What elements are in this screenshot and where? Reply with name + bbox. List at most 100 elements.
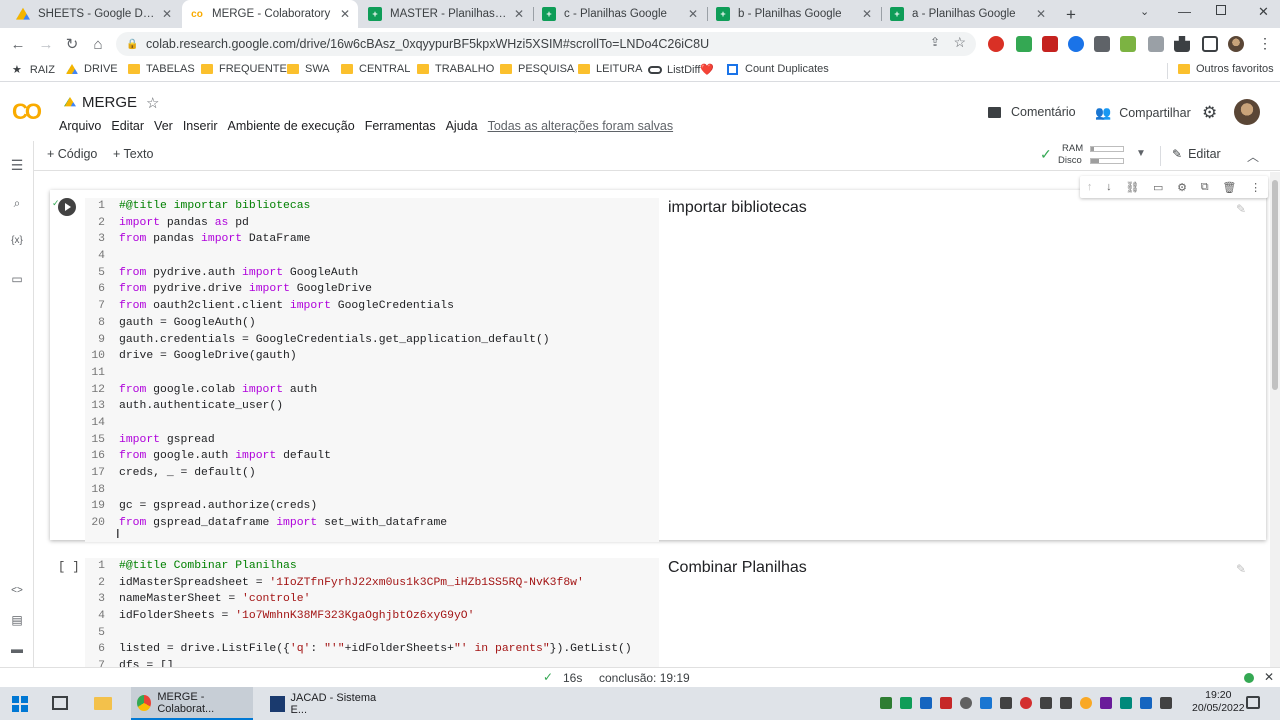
- bookmark-item[interactable]: TABELAS: [128, 63, 195, 75]
- close-tab-icon[interactable]: ✕: [688, 7, 698, 21]
- code-line[interactable]: 3 nameMasterSheet = 'controle': [85, 591, 659, 608]
- code-line[interactable]: 18: [85, 482, 659, 499]
- side-panel-icon[interactable]: [1202, 36, 1218, 52]
- tray-icon[interactable]: [1140, 697, 1152, 709]
- code-line[interactable]: 5: [85, 625, 659, 642]
- menu-item[interactable]: Arquivo: [59, 119, 101, 133]
- menu-item[interactable]: Ambiente de execução: [228, 119, 355, 133]
- code-line[interactable]: 6 from pydrive.drive import GoogleDrive: [85, 281, 659, 298]
- code-cell[interactable]: ✓ 1 #@title importar bibliotecas 2 import p…: [50, 190, 1266, 542]
- taskbar-app[interactable]: MERGE - Colaborat...: [131, 687, 253, 720]
- address-bar[interactable]: 🔒 colab.research.google.com/drive/16w6cB…: [116, 32, 976, 56]
- extension-icon[interactable]: [1094, 36, 1110, 52]
- clock[interactable]: 19:20 20/05/2022: [1192, 689, 1245, 715]
- code-line[interactable]: 8 gauth = GoogleAuth(): [85, 315, 659, 332]
- tray-icon[interactable]: [1160, 697, 1172, 709]
- user-avatar[interactable]: [1234, 99, 1260, 125]
- browser-tab[interactable]: + a - Planilhas Google ✕: [882, 0, 1054, 28]
- close-status-icon[interactable]: ✕: [1264, 670, 1274, 684]
- comment-button[interactable]: Comentário: [988, 105, 1076, 119]
- forward-icon[interactable]: →: [36, 34, 56, 54]
- save-status[interactable]: Todas as alterações foram salvas: [488, 119, 674, 133]
- notebook-title[interactable]: MERGE: [64, 94, 137, 111]
- bookmark-item[interactable]: CENTRAL: [341, 63, 410, 75]
- menu-item[interactable]: Editar: [111, 119, 144, 133]
- table-of-contents-icon[interactable]: ☰: [9, 157, 25, 173]
- code-line[interactable]: 19 gc = gspread.authorize(creds): [85, 498, 659, 515]
- tray-icon[interactable]: [900, 697, 912, 709]
- code-line[interactable]: 2 idMasterSpreadsheet = '1IoZTfnFyrhJ22xm…: [85, 575, 659, 592]
- tray-icon[interactable]: [920, 697, 932, 709]
- code-line[interactable]: 17 creds, _ = default(): [85, 465, 659, 482]
- files-folder-icon[interactable]: ▭: [9, 271, 25, 287]
- move-down-icon[interactable]: ↓: [1106, 181, 1112, 193]
- edit-form-pencil-icon[interactable]: ✎: [1236, 202, 1250, 216]
- runtime-dropdown-icon[interactable]: ▼: [1136, 148, 1146, 159]
- maximize-icon[interactable]: [1216, 5, 1226, 15]
- browser-menu-icon[interactable]: ⋮: [1258, 35, 1272, 52]
- ram-disk-indicator[interactable]: RAM Disco: [1058, 143, 1083, 167]
- code-line[interactable]: 4 idFolderSheets = '1o7WmhnK38MF323KgaOgh…: [85, 608, 659, 625]
- minimize-icon[interactable]: —: [1178, 4, 1191, 19]
- menu-item[interactable]: Ver: [154, 119, 173, 133]
- more-options-icon[interactable]: ⋮: [1250, 181, 1261, 194]
- tray-icon[interactable]: [960, 697, 972, 709]
- home-icon[interactable]: ⌂: [88, 34, 108, 54]
- cell-settings-icon[interactable]: ⚙: [1177, 181, 1187, 194]
- wifi-icon[interactable]: [1040, 697, 1052, 709]
- scrollbar-thumb[interactable]: [1272, 180, 1278, 390]
- menu-item[interactable]: Ajuda: [446, 119, 478, 133]
- code-line[interactable]: 7 dfs = []: [85, 658, 659, 667]
- file-explorer-icon[interactable]: [94, 697, 112, 710]
- colab-logo[interactable]: CO: [12, 99, 42, 125]
- code-line[interactable]: 16 from google.auth import default: [85, 448, 659, 465]
- add-code-button[interactable]: + Código: [47, 147, 97, 161]
- bookmark-item[interactable]: TRABALHO: [417, 63, 494, 75]
- code-editor[interactable]: 1 #@title Combinar Planilhas 2 idMasterSpre…: [85, 558, 659, 667]
- onedrive-icon[interactable]: [980, 697, 992, 709]
- extension-icon[interactable]: [1068, 36, 1084, 52]
- tray-icon[interactable]: [1020, 697, 1032, 709]
- extension-icon[interactable]: [1120, 36, 1136, 52]
- star-icon[interactable]: ☆: [146, 94, 159, 112]
- browser-tab[interactable]: + b - Planilhas Google ✕: [708, 0, 880, 28]
- tray-icon[interactable]: [880, 697, 892, 709]
- reload-icon[interactable]: ↻: [62, 34, 82, 54]
- mirror-cell-icon[interactable]: ⧉: [1201, 181, 1209, 194]
- terminal-icon[interactable]: ▬: [9, 641, 25, 657]
- browser-tab[interactable]: SHEETS - Google Drive ✕: [8, 0, 180, 28]
- code-line[interactable]: 3 from pandas import DataFrame: [85, 231, 659, 248]
- close-tab-icon[interactable]: ✕: [340, 7, 350, 21]
- bookmark-item[interactable]: LEITURA: [578, 63, 642, 75]
- variables-icon[interactable]: {x}: [9, 233, 25, 249]
- extension-icon[interactable]: [1148, 36, 1164, 52]
- extension-icon[interactable]: [1016, 36, 1032, 52]
- share-page-icon[interactable]: ⇪: [930, 35, 940, 49]
- code-line[interactable]: 6 listed = drive.ListFile({'q': "'"+idFol…: [85, 641, 659, 658]
- bookmark-item[interactable]: PESQUISA: [500, 63, 574, 75]
- bookmark-star-icon[interactable]: ☆: [953, 34, 966, 51]
- notifications-icon[interactable]: [1246, 696, 1260, 709]
- volume-icon[interactable]: [1060, 697, 1072, 709]
- bookmark-item[interactable]: ListDiff❤️: [648, 63, 714, 76]
- network-icon[interactable]: [1000, 697, 1012, 709]
- code-line[interactable]: 1 #@title Combinar Planilhas: [85, 558, 659, 575]
- close-tab-icon[interactable]: ✕: [162, 7, 172, 21]
- code-line[interactable]: 14: [85, 415, 659, 432]
- code-line[interactable]: 11: [85, 365, 659, 382]
- profile-avatar-icon[interactable]: [1228, 36, 1244, 52]
- execution-count[interactable]: [ ]: [58, 560, 80, 574]
- browser-tab[interactable]: + MASTER - Planilhas Google ✕: [360, 0, 532, 28]
- code-line[interactable]: 10 drive = GoogleDrive(gauth): [85, 348, 659, 365]
- comment-icon[interactable]: ▭: [1153, 181, 1163, 194]
- share-button[interactable]: 👥 Compartilhar: [1095, 105, 1191, 121]
- run-cell-button[interactable]: [58, 198, 76, 216]
- tray-icon[interactable]: [1120, 697, 1132, 709]
- close-tab-icon[interactable]: ✕: [1036, 7, 1046, 21]
- code-line[interactable]: 7 from oauth2client.client import GoogleC…: [85, 298, 659, 315]
- taskbar-app[interactable]: JACAD - Sistema E...: [264, 687, 386, 720]
- search-icon[interactable]: ⌕: [9, 195, 25, 211]
- extension-icon[interactable]: [1042, 36, 1058, 52]
- code-line[interactable]: 13 auth.authenticate_user(): [85, 398, 659, 415]
- close-window-icon[interactable]: ✕: [1258, 4, 1269, 20]
